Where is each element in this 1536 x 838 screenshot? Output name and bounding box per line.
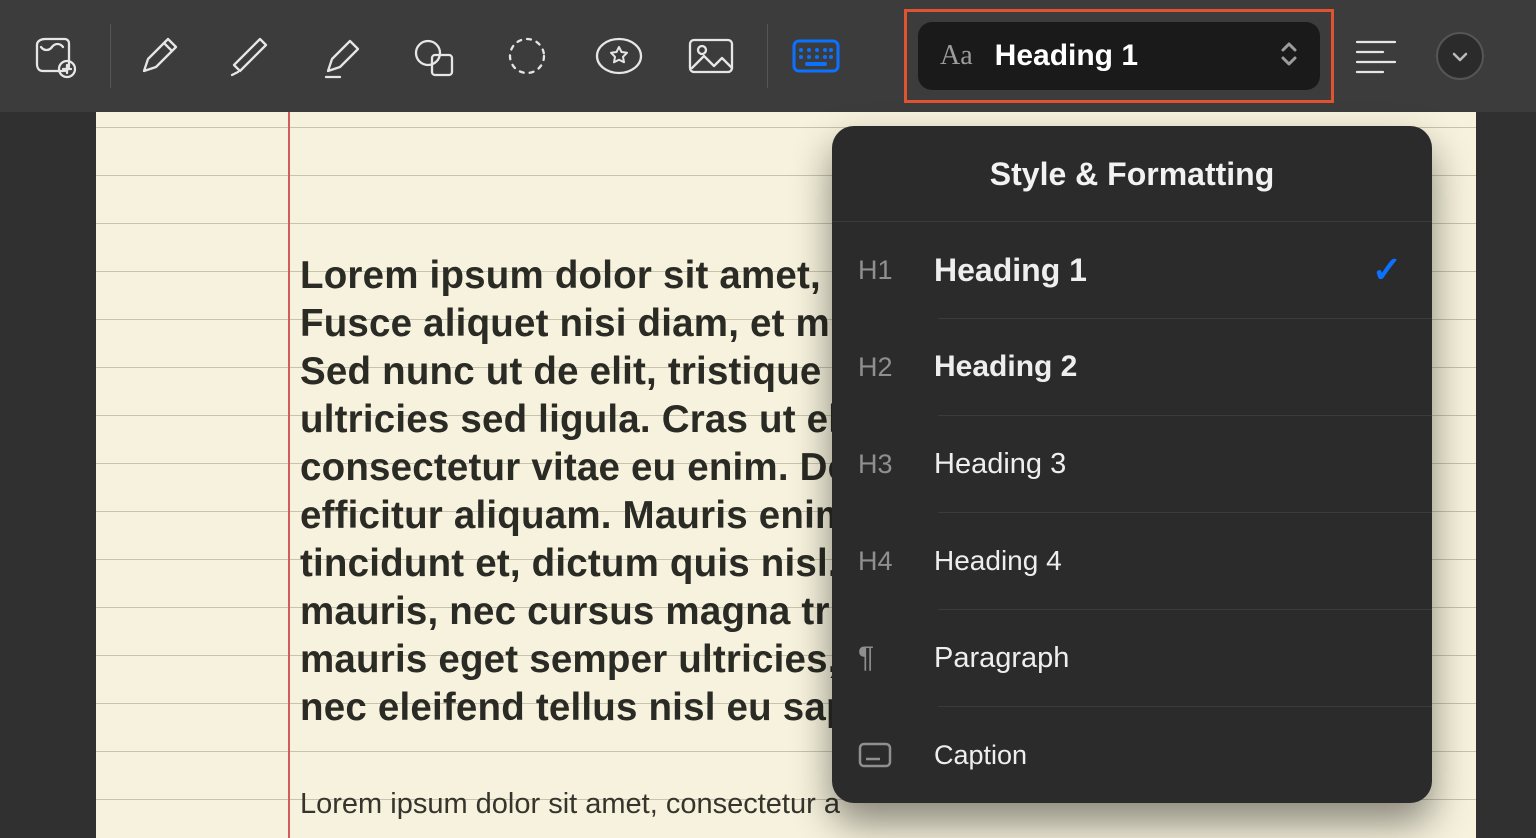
toolbar-separator — [767, 24, 768, 88]
style-option-heading2[interactable]: H2 Heading 2 — [832, 319, 1432, 415]
sticker-tool-button[interactable] — [587, 24, 651, 88]
style-option-paragraph[interactable]: ¶ Paragraph — [832, 610, 1432, 706]
pilcrow-icon: ¶ — [858, 641, 914, 675]
margin-line — [288, 112, 290, 838]
style-option-label: Heading 1 — [934, 252, 1372, 289]
style-dropdown-highlight: Aa Heading 1 — [904, 9, 1334, 103]
marker-tool-button[interactable] — [219, 24, 283, 88]
style-option-label: Heading 3 — [934, 448, 1402, 481]
callout-highlight — [904, 9, 1334, 103]
style-option-heading3[interactable]: H3 Heading 3 — [832, 416, 1432, 512]
keyboard-button[interactable] — [784, 24, 848, 88]
align-left-button[interactable] — [1344, 24, 1408, 88]
highlighter-tool-button[interactable] — [311, 24, 375, 88]
popover-title: Style & Formatting — [832, 126, 1432, 222]
style-option-heading1[interactable]: H1 Heading 1 ✓ — [832, 222, 1432, 318]
more-options-button[interactable] — [1436, 32, 1484, 80]
style-tag: H4 — [858, 546, 914, 577]
checkmark-icon: ✓ — [1372, 249, 1402, 291]
style-tag: H3 — [858, 449, 914, 480]
shapes-tool-button[interactable] — [403, 24, 467, 88]
caption-icon — [858, 742, 914, 768]
style-option-label: Heading 2 — [934, 350, 1402, 384]
style-option-label: Caption — [934, 740, 1402, 771]
style-tag: H2 — [858, 352, 914, 383]
style-tag: H1 — [858, 255, 914, 286]
style-option-label: Paragraph — [934, 642, 1402, 675]
image-tool-button[interactable] — [679, 24, 743, 88]
markup-tool-button[interactable] — [22, 24, 86, 88]
pen-tool-button[interactable] — [127, 24, 191, 88]
style-formatting-popover: Style & Formatting H1 Heading 1 ✓ H2 Hea… — [832, 126, 1432, 803]
lasso-tool-button[interactable] — [495, 24, 559, 88]
style-option-heading4[interactable]: H4 Heading 4 — [832, 513, 1432, 609]
toolbar: Aa Heading 1 — [0, 0, 1536, 112]
toolbar-separator — [110, 24, 111, 88]
style-option-caption[interactable]: Caption — [832, 707, 1432, 803]
style-option-label: Heading 4 — [934, 545, 1402, 577]
